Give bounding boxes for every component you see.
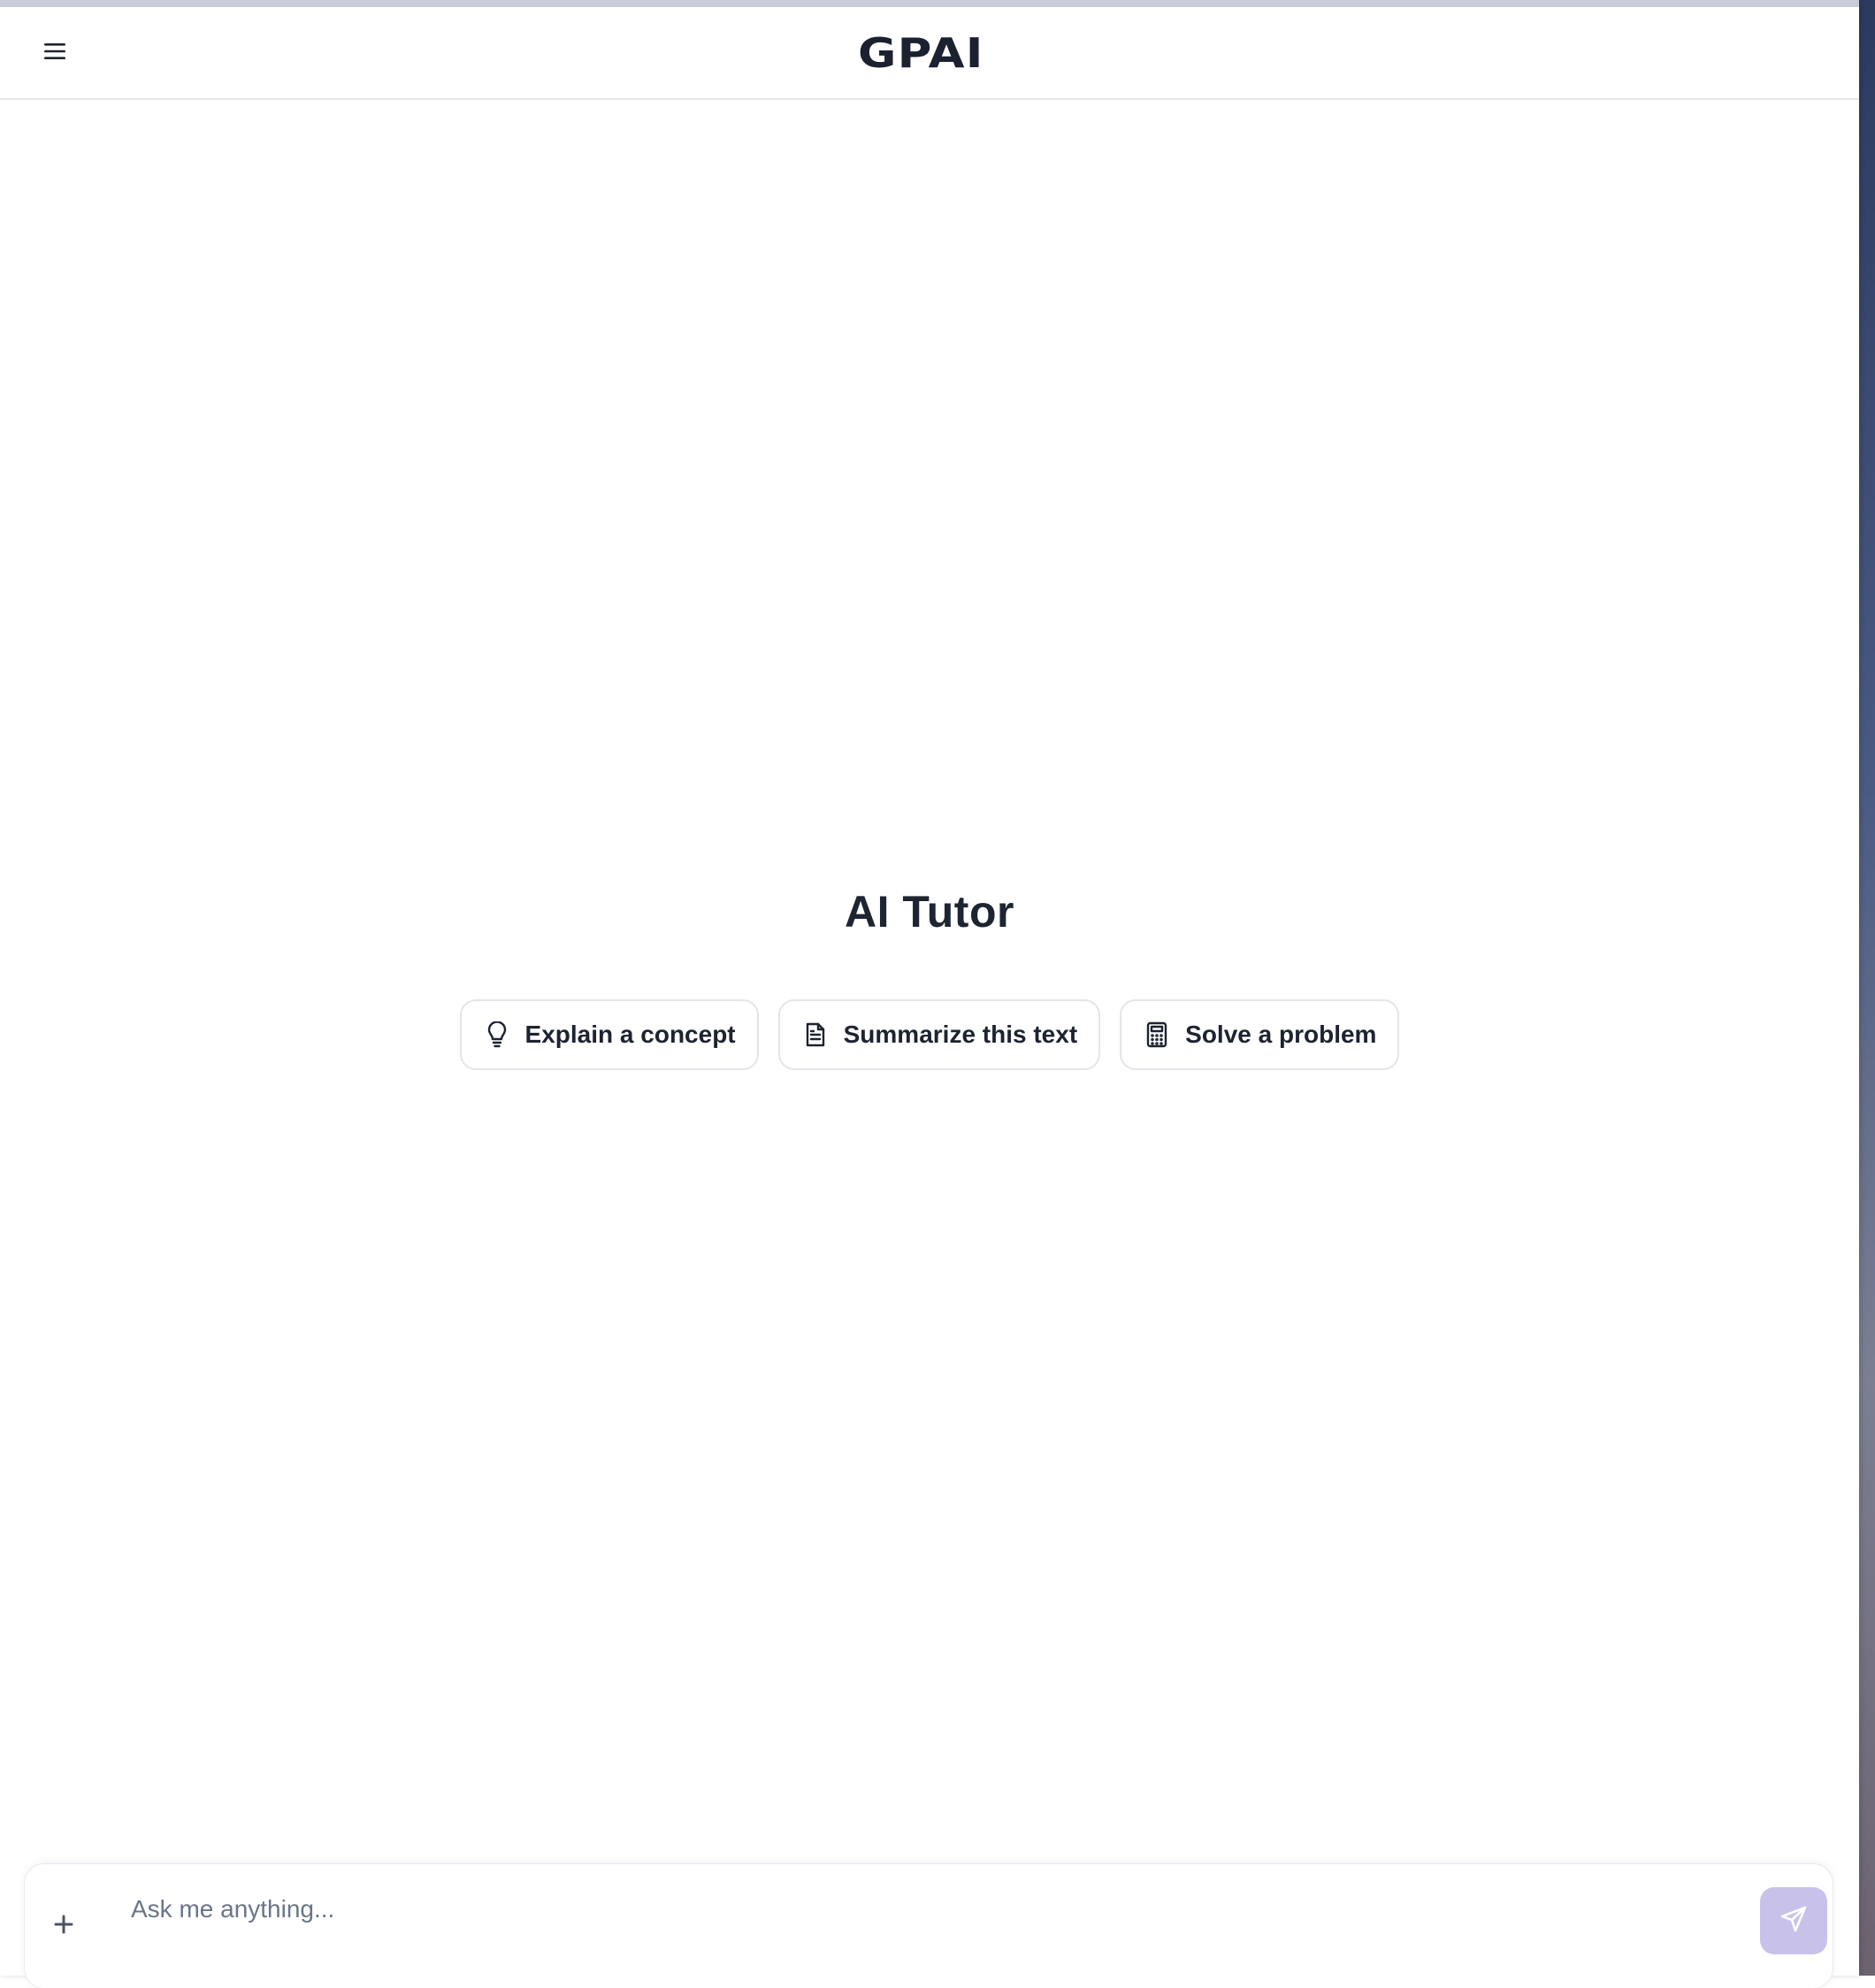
desktop-backdrop [1859, 0, 1875, 1976]
calculator-icon [1143, 1021, 1171, 1049]
header: GPAI [0, 7, 1859, 100]
send-icon [1779, 1905, 1808, 1938]
hamburger-menu-icon [43, 42, 66, 65]
send-button[interactable] [1760, 1887, 1827, 1954]
lightbulb-icon [483, 1021, 511, 1049]
attach-button[interactable] [44, 1907, 83, 1946]
suggestion-explain-concept[interactable]: Explain a concept [459, 999, 759, 1070]
suggestion-summarize-text[interactable]: Summarize this text [777, 999, 1101, 1070]
suggestion-label: Explain a concept [524, 1021, 736, 1048]
message-composer [25, 1864, 1833, 1988]
suggestion-label: Summarize this text [843, 1021, 1078, 1048]
page-title: AI Tutor [845, 887, 1014, 937]
logo[interactable]: GPAI [858, 25, 984, 81]
document-icon [801, 1021, 830, 1049]
suggestion-chips: Explain a concept Summarize this text So… [0, 999, 1859, 1070]
menu-button[interactable] [35, 34, 74, 73]
app-window: GPAI AI Tutor Explain a concept Summariz… [0, 0, 1859, 1988]
suggestion-label: Solve a problem [1185, 1021, 1377, 1048]
plus-icon [53, 1914, 74, 1939]
window-top-rule [0, 0, 1859, 7]
message-input[interactable] [129, 1887, 1725, 1931]
suggestion-solve-problem[interactable]: Solve a problem [1120, 999, 1400, 1070]
